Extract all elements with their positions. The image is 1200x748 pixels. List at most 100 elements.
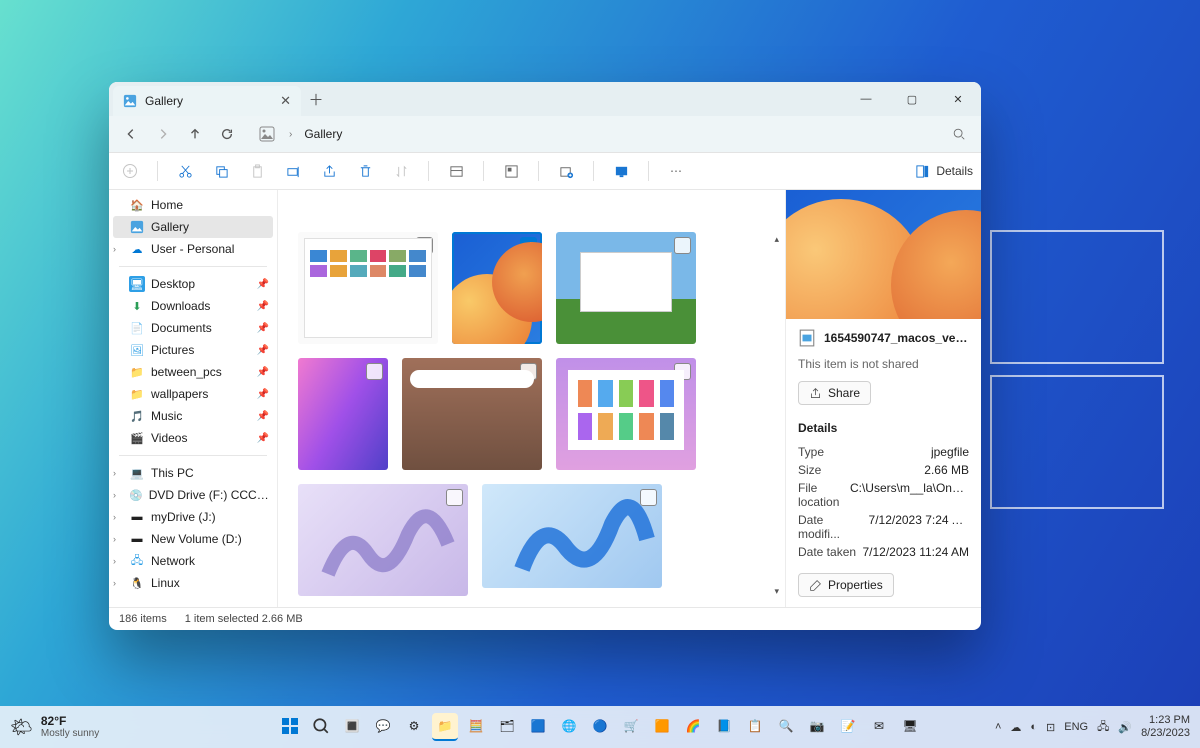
sidebar-item-network[interactable]: ›🖧Network <box>109 550 277 572</box>
breadcrumb-gallery[interactable]: Gallery <box>300 127 346 141</box>
pin-icon[interactable]: 📌 <box>257 345 269 356</box>
app-icon[interactable]: 🗂 <box>494 713 520 739</box>
chevron-right-icon[interactable]: › <box>113 556 116 566</box>
app-icon[interactable]: 🔍 <box>773 713 799 739</box>
pin-icon[interactable]: 📌 <box>257 301 269 312</box>
taskview-button[interactable]: 🔳 <box>339 713 365 739</box>
sidebar-item-mydrive[interactable]: ›▬myDrive (J:) <box>109 506 277 528</box>
rename-button[interactable] <box>280 158 306 184</box>
group-collapse-up-icon[interactable]: ▴ <box>774 234 779 245</box>
location-icon[interactable] <box>253 120 281 148</box>
collection-button[interactable] <box>553 158 579 184</box>
tray-icon[interactable]: ⊡ <box>1046 721 1055 734</box>
checkbox[interactable] <box>366 363 383 380</box>
sidebar-item-gallery[interactable]: Gallery <box>113 216 273 238</box>
share-button[interactable]: Share <box>798 381 871 405</box>
pin-icon[interactable]: 📌 <box>257 323 269 334</box>
tray-chevron-icon[interactable]: ˄ <box>995 721 1001 733</box>
sidebar-item-desktop[interactable]: 🖥Desktop📌 <box>109 273 277 295</box>
app-icon[interactable]: 🟧 <box>649 713 675 739</box>
forward-button[interactable] <box>149 120 177 148</box>
back-button[interactable] <box>117 120 145 148</box>
thumbnail[interactable] <box>298 358 388 470</box>
sidebar-item-downloads[interactable]: ⬇Downloads📌 <box>109 295 277 317</box>
close-button[interactable]: ✕ <box>935 82 981 116</box>
app-icon[interactable]: 🧮 <box>463 713 489 739</box>
language-indicator[interactable]: ENG <box>1064 721 1088 733</box>
tab-close-icon[interactable]: ✕ <box>280 93 291 109</box>
chrome-button[interactable]: 🌈 <box>680 713 706 739</box>
details-toggle[interactable]: Details <box>915 164 973 179</box>
tray-icon[interactable]: ◐ <box>1030 721 1037 733</box>
chevron-right-icon[interactable]: › <box>113 534 116 544</box>
edge-button[interactable]: 🌐 <box>556 713 582 739</box>
taskbar-clock[interactable]: 1:23 PM 8/23/2023 <box>1141 714 1190 739</box>
minimize-button[interactable]: ― <box>843 82 889 116</box>
app-icon[interactable]: 💬 <box>370 713 396 739</box>
app-icon[interactable]: 📘 <box>711 713 737 739</box>
sidebar-item-videos[interactable]: 🎬Videos📌 <box>109 427 277 449</box>
thumbnail[interactable] <box>298 484 468 596</box>
app-icon[interactable]: 🖥 <box>897 713 923 739</box>
app-icon[interactable]: 🛒 <box>618 713 644 739</box>
sidebar-item-linux[interactable]: ›🐧Linux <box>109 572 277 594</box>
pin-icon[interactable]: 📌 <box>257 389 269 400</box>
view-button[interactable] <box>443 158 469 184</box>
app-icon[interactable]: 📷 <box>804 713 830 739</box>
chevron-right-icon[interactable]: › <box>113 244 116 254</box>
onedrive-tray-icon[interactable]: ☁ <box>1010 721 1021 734</box>
sidebar-item-wallpapers[interactable]: 📁wallpapers📌 <box>109 383 277 405</box>
pin-icon[interactable]: 📌 <box>257 411 269 422</box>
copy-button[interactable] <box>208 158 234 184</box>
thumbnail[interactable] <box>482 484 662 588</box>
app-icon[interactable]: 🔵 <box>587 713 613 739</box>
network-tray-icon[interactable]: 🖧 <box>1097 718 1109 737</box>
sidebar-item-home[interactable]: 🏠Home <box>109 194 277 216</box>
chevron-right-icon[interactable]: › <box>113 468 116 478</box>
maximize-button[interactable]: ▢ <box>889 82 935 116</box>
thumbnail[interactable] <box>298 232 438 344</box>
start-button[interactable] <box>277 713 303 739</box>
sidebar-item-between[interactable]: 📁between_pcs📌 <box>109 361 277 383</box>
delete-button[interactable] <box>352 158 378 184</box>
sidebar-item-music[interactable]: 🎵Music📌 <box>109 405 277 427</box>
chevron-right-icon[interactable]: › <box>113 512 116 522</box>
volume-tray-icon[interactable]: 🔊 <box>1118 721 1132 734</box>
sidebar-item-documents[interactable]: 📄Documents📌 <box>109 317 277 339</box>
pin-icon[interactable]: 📌 <box>257 433 269 444</box>
taskbar[interactable]: 🌤 82°F Mostly sunny 🔳 💬 ⚙ 📁 🧮 🗂 🟦 🌐 🔵 🛒 … <box>0 706 1200 748</box>
group-collapse-down-icon[interactable]: ▾ <box>774 586 779 597</box>
search-button[interactable] <box>308 713 334 739</box>
cut-button[interactable] <box>172 158 198 184</box>
background-button[interactable] <box>608 158 634 184</box>
sidebar-item-thispc[interactable]: ›💻This PC <box>109 462 277 484</box>
sidebar-item-dvd[interactable]: ›💿DVD Drive (F:) CCCOMA_X64FRE_E <box>109 484 277 506</box>
app-icon[interactable]: 📋 <box>742 713 768 739</box>
gallery-view[interactable]: ▴ ▾ ✓ <box>278 190 785 607</box>
more-button[interactable]: ⋯ <box>663 158 689 184</box>
chevron-right-icon[interactable]: › <box>113 490 116 500</box>
share-button[interactable] <box>316 158 342 184</box>
app-icon[interactable]: 📝 <box>835 713 861 739</box>
chevron-right-icon[interactable]: › <box>113 578 116 588</box>
app-icon[interactable]: ⚙ <box>401 713 427 739</box>
up-button[interactable] <box>181 120 209 148</box>
filter-button[interactable] <box>498 158 524 184</box>
pin-icon[interactable]: 📌 <box>257 279 269 290</box>
titlebar[interactable]: Gallery ✕ ＋ ― ▢ ✕ <box>109 82 981 116</box>
taskbar-weather[interactable]: 🌤 82°F Mostly sunny <box>10 715 99 739</box>
sidebar-item-pictures[interactable]: 🖼Pictures📌 <box>109 339 277 361</box>
thumbnail[interactable] <box>556 358 696 470</box>
pin-icon[interactable]: 📌 <box>257 367 269 378</box>
new-tab-button[interactable]: ＋ <box>301 82 331 116</box>
thumbnail-selected[interactable]: ✓ <box>452 232 542 344</box>
checkbox[interactable] <box>674 237 691 254</box>
properties-button[interactable]: Properties <box>798 573 894 597</box>
tab-gallery[interactable]: Gallery ✕ <box>113 86 301 116</box>
thumbnail[interactable] <box>556 232 696 344</box>
sidebar-item-newvol[interactable]: ›▬New Volume (D:) <box>109 528 277 550</box>
app-icon[interactable]: 🟦 <box>525 713 551 739</box>
sidebar-item-user[interactable]: ›☁User - Personal <box>109 238 277 260</box>
search-button[interactable] <box>945 120 973 148</box>
thumbnail[interactable] <box>402 358 542 470</box>
